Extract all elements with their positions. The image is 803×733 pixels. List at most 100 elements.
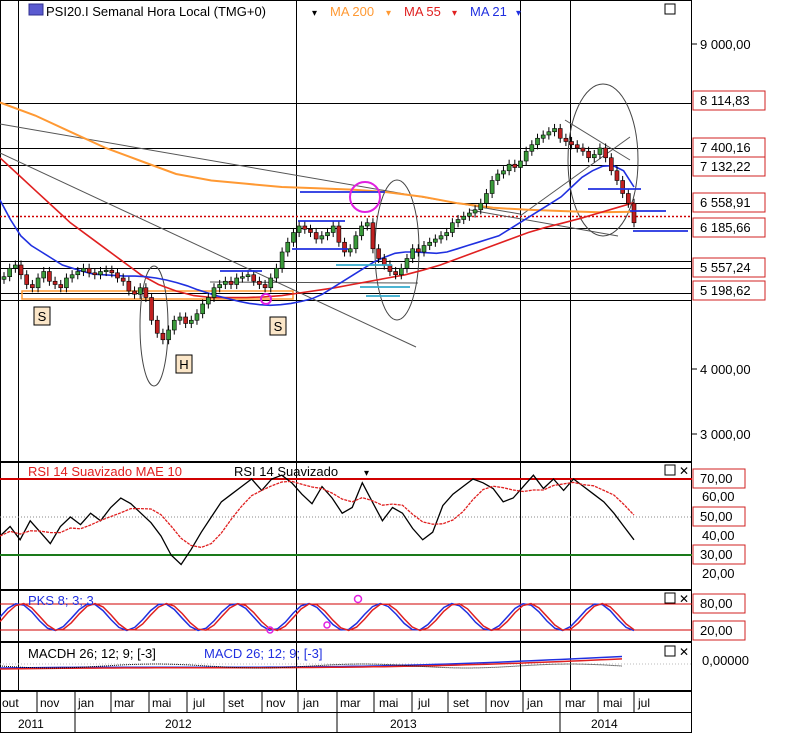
candle [620, 180, 625, 194]
rsi-maximize-icon[interactable] [664, 464, 676, 476]
pattern-label-h: H [175, 354, 193, 374]
candle [370, 222, 376, 250]
pks-box-80: 80,00 [692, 593, 746, 614]
ma200-legend[interactable]: MA 200 [330, 4, 374, 19]
candle [115, 272, 120, 279]
month-label: jul [417, 696, 430, 710]
ma55-legend[interactable]: MA 55 [404, 4, 441, 19]
candle [467, 212, 472, 217]
month-label: out [2, 696, 19, 710]
candle [183, 316, 188, 324]
pattern-label-s2-text: S [274, 319, 283, 334]
level-label-7132-text: 7 132,22 [700, 159, 751, 174]
candle [376, 248, 381, 259]
pattern-label-h-text: H [179, 357, 188, 372]
month-label: mar [114, 696, 135, 710]
pks-legend[interactable]: PKS 8; 3; 3 [28, 593, 94, 608]
candle [574, 144, 580, 149]
candle [285, 241, 291, 253]
month-label: set [228, 696, 245, 710]
title-dropdown-icon[interactable]: ▾ [312, 8, 317, 19]
rsi-close-icon[interactable]: ✕ [679, 464, 689, 478]
candle [472, 209, 478, 214]
month-label: jul [192, 696, 205, 710]
candle [223, 280, 228, 285]
candle [393, 271, 398, 276]
month-label: jan [526, 696, 543, 710]
month-label: mai [379, 696, 398, 710]
candle [64, 277, 69, 289]
month-label: jul [637, 696, 650, 710]
candle [177, 316, 183, 321]
candle [580, 147, 586, 152]
candle [455, 219, 461, 224]
macd-close-icon[interactable]: ✕ [679, 645, 689, 659]
pks-maximize-icon[interactable] [664, 592, 676, 604]
candle [58, 284, 64, 289]
candle [302, 225, 308, 230]
candle [149, 297, 154, 321]
rsi-legend-2[interactable]: RSI 14 Suavizado [234, 464, 338, 479]
rsi-legend-1[interactable]: RSI 14 Suavizado MAE 10 [28, 464, 182, 479]
candle [268, 277, 274, 289]
candle [557, 128, 563, 139]
candle [41, 271, 47, 279]
candle [438, 235, 444, 240]
rsi-box-30-text: 30,00 [700, 547, 733, 562]
level-label-6558-text: 6 558,91 [700, 195, 751, 210]
macd-legend-2[interactable]: MACD 26; 12; 9; [-3] [204, 646, 323, 661]
macd-legend-1[interactable]: MACDH 26; 12; 9; [-3] [28, 646, 156, 661]
candle [495, 173, 501, 181]
candle [319, 235, 325, 240]
candle [296, 225, 302, 233]
pks-box-20: 20,00 [692, 620, 746, 641]
candle [47, 271, 52, 282]
candle [540, 134, 546, 139]
level-label-7400-text: 7 400,16 [700, 140, 751, 155]
macd-maximize-icon[interactable] [664, 645, 676, 657]
candle [194, 313, 200, 321]
price-tick-3000: 3 000,00 [700, 427, 751, 442]
candle [347, 248, 353, 253]
ma200-dropdown-icon[interactable]: ▾ [386, 8, 391, 19]
candle [597, 147, 603, 155]
candle [603, 147, 608, 159]
candle [24, 274, 30, 285]
candle [166, 329, 171, 341]
candle [257, 280, 262, 285]
cfd-icon [28, 3, 44, 16]
candle [217, 284, 222, 289]
rsi-panel [0, 462, 692, 590]
candle [484, 193, 489, 204]
pks-box-20-text: 20,00 [700, 623, 733, 638]
candle [546, 131, 552, 136]
rsi-tick-60: 60,00 [702, 489, 735, 504]
candle [330, 225, 336, 233]
level-label-5198: 5 198,62 [692, 280, 766, 301]
chart-svg: S H S PSI20.I Semanal Hora Local (TMG+0)… [0, 0, 766, 733]
pks-close-icon[interactable]: ✕ [679, 592, 689, 606]
price-level-labels: 8 114,83 7 400,16 7 132,22 6 558,91 6 18… [692, 90, 766, 301]
rsi-dropdown-icon[interactable]: ▾ [364, 468, 369, 479]
ma21-dropdown-icon[interactable]: ▾ [516, 8, 521, 19]
candle [387, 264, 393, 272]
month-label: nov [40, 696, 59, 710]
candle [308, 228, 313, 233]
candle [291, 232, 296, 243]
candle [381, 258, 387, 266]
price-pane-maximize-icon[interactable] [664, 3, 676, 15]
ma21-legend[interactable]: MA 21 [470, 4, 507, 19]
candle [501, 170, 506, 175]
candle [274, 267, 279, 279]
candle [211, 287, 217, 298]
pks-panel [0, 590, 692, 642]
ma55-dropdown-icon[interactable]: ▾ [452, 8, 457, 19]
rsi-box-50: 50,00 [692, 506, 746, 527]
month-label: mai [152, 696, 171, 710]
candle [518, 160, 523, 168]
candle [251, 274, 257, 282]
candle [489, 180, 495, 194]
level-label-8114: 8 114,83 [692, 90, 766, 111]
month-label: set [453, 696, 470, 710]
candle [13, 264, 18, 269]
